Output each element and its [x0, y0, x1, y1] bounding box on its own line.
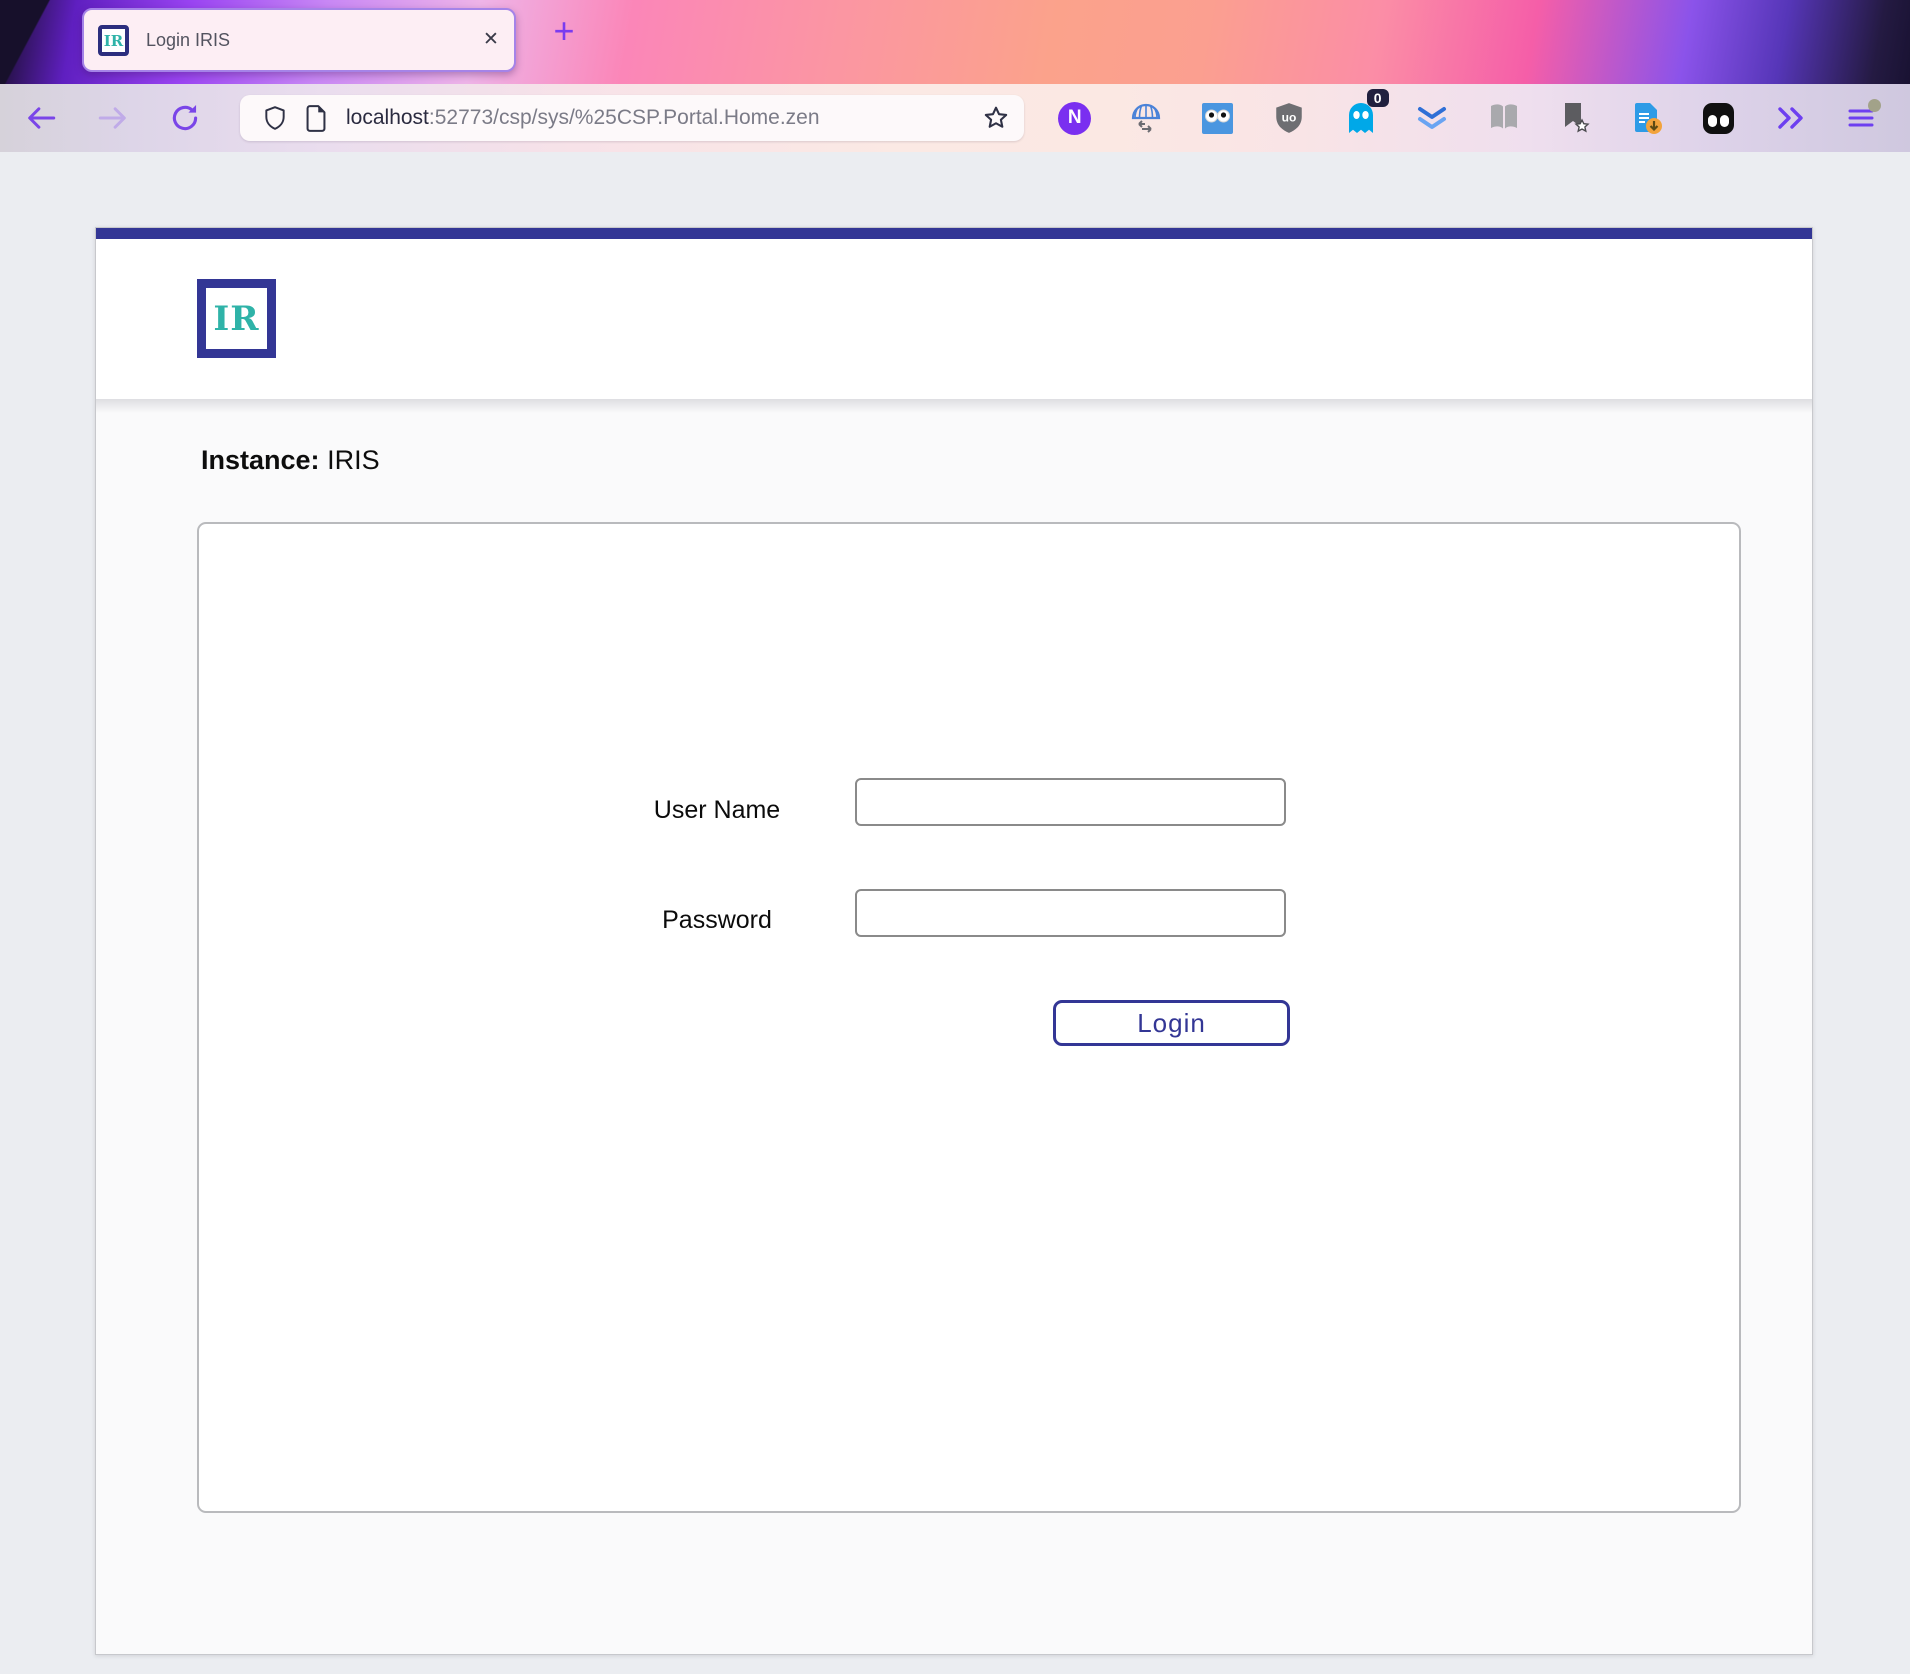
extension-ghostery-button[interactable]: 0: [1325, 95, 1397, 141]
extension-chevrons-button[interactable]: [1397, 95, 1469, 141]
menu-notification-dot: [1868, 99, 1881, 112]
extension-bookmark-manager-button[interactable]: [1540, 95, 1612, 141]
url-text[interactable]: localhost:52773/csp/sys/%25CSP.Portal.Ho…: [346, 95, 1006, 141]
tab-title: Login IRIS: [146, 10, 230, 70]
header-shadow: [96, 399, 1812, 413]
page-info-icon[interactable]: [304, 105, 328, 137]
tab-strip: IR Login IRIS ✕ +: [0, 0, 1910, 84]
extension-tampermonkey-button[interactable]: [1683, 95, 1755, 141]
toolbar-overflow-button[interactable]: [1754, 95, 1826, 141]
url-fade-overlay: [918, 97, 974, 139]
browser-window: IR Login IRIS ✕ + localhost:5: [0, 0, 1910, 1674]
instance-value: IRIS: [327, 445, 380, 475]
ublock-origin-icon: uo: [1272, 101, 1306, 135]
browser-viewport: IR Instance: IRIS User Name Password Log…: [0, 152, 1910, 1674]
navigation-toolbar: localhost:52773/csp/sys/%25CSP.Portal.Ho…: [0, 84, 1910, 152]
extension-noscript-button[interactable]: N: [1039, 95, 1111, 141]
extension-googly-eyes-button[interactable]: [1182, 95, 1254, 141]
googly-eyes-icon: [1201, 102, 1234, 135]
document-download-icon: [1629, 100, 1665, 136]
ghostery-badge: 0: [1367, 89, 1389, 107]
password-input[interactable]: [855, 889, 1286, 937]
noscript-icon: N: [1058, 102, 1091, 135]
username-input[interactable]: [855, 778, 1286, 826]
extension-reading-list-button[interactable]: [1468, 95, 1540, 141]
page-top-accent-bar: [96, 228, 1812, 239]
instance-line: Instance: IRIS: [201, 445, 1812, 476]
extension-ublock-button[interactable]: uo: [1254, 95, 1326, 141]
tracking-protection-shield-icon[interactable]: [262, 105, 288, 136]
extension-toolbar: N uo 0: [1039, 95, 1897, 141]
tab-close-icon[interactable]: ✕: [476, 10, 506, 70]
page-header: IR: [96, 239, 1812, 399]
open-book-icon: [1486, 101, 1522, 135]
new-tab-button[interactable]: +: [546, 12, 582, 52]
proxy-umbrella-icon: [1128, 100, 1164, 136]
extension-save-page-button[interactable]: [1611, 95, 1683, 141]
login-button[interactable]: Login: [1053, 1000, 1290, 1046]
url-host: localhost: [346, 106, 429, 129]
double-chevron-right-icon: [1773, 101, 1807, 135]
svg-text:uo: uo: [1282, 111, 1297, 125]
tab-favicon-icon: IR: [98, 25, 129, 56]
login-page-card: IR Instance: IRIS User Name Password Log…: [95, 227, 1813, 1655]
instance-label: Instance:: [201, 445, 320, 475]
reload-button[interactable]: [168, 101, 202, 135]
bookmark-star-icon[interactable]: [982, 104, 1010, 137]
url-path: :52773/csp/sys/%25CSP.Portal.Home.zen: [429, 106, 820, 129]
tab-login-iris[interactable]: IR Login IRIS ✕: [82, 8, 516, 72]
back-button[interactable]: [24, 101, 58, 135]
iris-logo: IR: [197, 279, 276, 358]
url-bar[interactable]: localhost:52773/csp/sys/%25CSP.Portal.Ho…: [240, 95, 1024, 141]
bookmark-flag-star-icon: [1558, 100, 1592, 136]
app-menu-button[interactable]: [1826, 95, 1898, 141]
double-chevron-down-icon: [1414, 100, 1450, 136]
forward-button[interactable]: [96, 101, 130, 135]
extension-proxy-button[interactable]: [1111, 95, 1183, 141]
login-form-panel: User Name Password Login: [197, 522, 1741, 1513]
tampermonkey-icon: [1702, 102, 1735, 135]
